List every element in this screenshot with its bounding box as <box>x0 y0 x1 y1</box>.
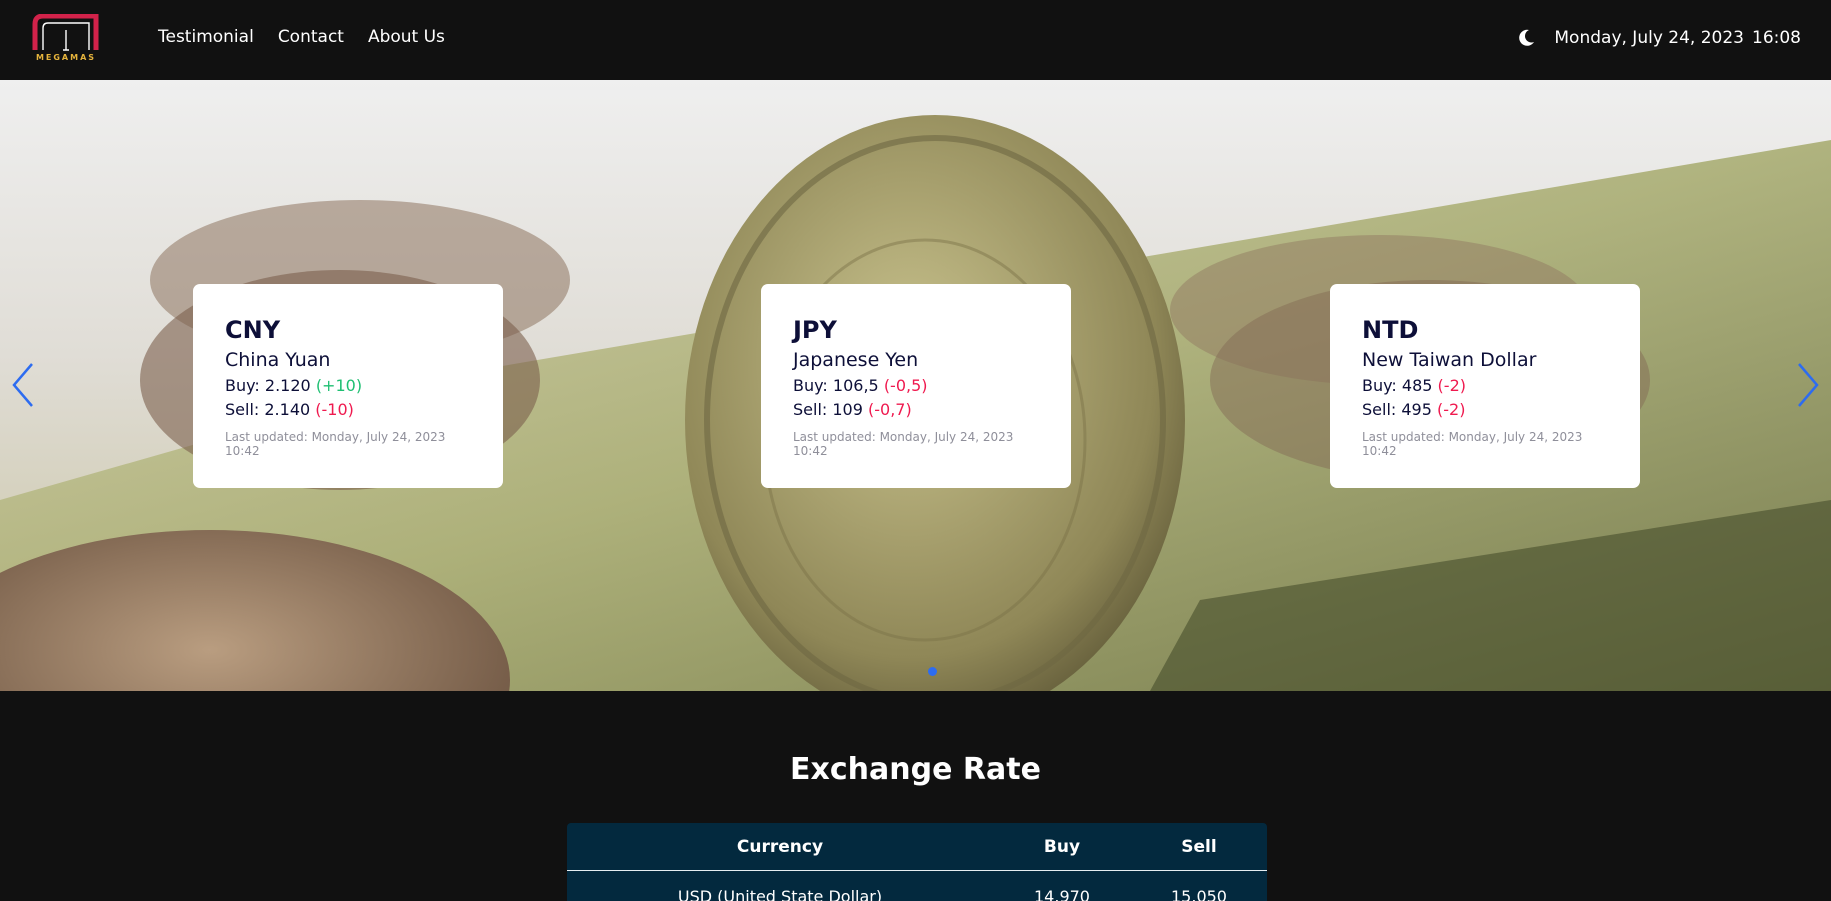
header-buy: Buy <box>1043 836 1081 857</box>
currency-code: CNY <box>225 316 281 344</box>
nav-testimonial[interactable]: Testimonial <box>158 27 254 47</box>
table-header: Currency Buy Sell <box>567 823 1267 871</box>
sell-row: Sell: 109 (-0,7) <box>793 398 1039 422</box>
nav-contact[interactable]: Contact <box>278 27 344 47</box>
logo-text: MEGAMAS <box>35 53 97 62</box>
currency-name: Japanese Yen <box>793 349 919 371</box>
buy-change: (-0,5) <box>883 376 928 395</box>
currency-code: JPY <box>793 316 837 344</box>
sell-value: 495 <box>1401 400 1432 419</box>
currency-code: NTD <box>1362 316 1419 344</box>
table-row: USD (United State Dollar) 14.970 15.050 <box>567 871 1267 901</box>
exchange-rate-table: Currency Buy Sell USD (United State Doll… <box>567 823 1267 901</box>
currency-name: China Yuan <box>225 349 331 371</box>
moon-icon[interactable] <box>1516 28 1536 48</box>
cell-buy: 14.970 <box>1034 886 1090 901</box>
sell-row: Sell: 495 (-2) <box>1362 398 1608 422</box>
exchange-rate-title: Exchange Rate <box>790 752 1041 787</box>
buy-value: 106,5 <box>832 376 879 395</box>
header-currency: Currency <box>736 836 824 857</box>
sell-change: (-0,7) <box>868 400 912 419</box>
cell-sell: 15.050 <box>1171 886 1227 901</box>
main-nav: Testimonial Contact About Us <box>158 27 445 47</box>
chevron-left-icon <box>12 363 33 407</box>
header-right: Monday, July 24, 2023 16:08 <box>1516 28 1801 48</box>
currency-card-cny: CNY China Yuan Buy: 2.120 (+10) Sell: 2.… <box>193 284 503 488</box>
sell-change: (-2) <box>1437 400 1466 419</box>
header-sell: Sell <box>1181 836 1217 857</box>
currency-name: New Taiwan Dollar <box>1362 349 1537 371</box>
cell-currency: USD (United State Dollar) <box>677 886 883 901</box>
chevron-right-icon <box>1798 363 1819 407</box>
sell-change: (-10) <box>315 400 354 419</box>
sell-value: 2.140 <box>264 400 311 419</box>
header-time: 16:08 <box>1752 28 1801 48</box>
carousel-prev-button[interactable] <box>8 360 38 410</box>
buy-change: (+10) <box>315 376 363 395</box>
sell-value: 109 <box>832 400 863 419</box>
buy-label: Buy: <box>1362 376 1397 395</box>
sell-label: Sell: <box>793 400 828 419</box>
currency-card-ntd: NTD New Taiwan Dollar Buy: 485 (-2) Sell… <box>1330 284 1640 488</box>
buy-label: Buy: <box>793 376 828 395</box>
last-updated: Last updated: Monday, July 24, 2023 10:4… <box>225 430 446 458</box>
top-header: MEGAMAS Testimonial Contact About Us Mon… <box>0 0 1831 80</box>
currency-card-jpy: JPY Japanese Yen Buy: 106,5 (-0,5) Sell:… <box>761 284 1071 488</box>
buy-row: Buy: 2.120 (+10) <box>225 374 471 398</box>
nav-about-us[interactable]: About Us <box>368 27 445 47</box>
carousel-next-button[interactable] <box>1793 360 1823 410</box>
megamas-logo[interactable]: MEGAMAS <box>32 14 100 64</box>
sell-label: Sell: <box>225 400 260 419</box>
buy-value: 485 <box>1401 376 1433 395</box>
last-updated: Last updated: Monday, July 24, 2023 10:4… <box>1362 430 1583 458</box>
buy-value: 2.120 <box>264 376 311 395</box>
carousel-pagination-dot[interactable] <box>928 667 937 676</box>
sell-row: Sell: 2.140 (-10) <box>225 398 471 422</box>
buy-label: Buy: <box>225 376 260 395</box>
buy-change: (-2) <box>1437 376 1466 395</box>
header-datetime: Monday, July 24, 2023 16:08 <box>1554 28 1801 48</box>
header-date: Monday, July 24, 2023 <box>1554 28 1744 48</box>
buy-row: Buy: 485 (-2) <box>1362 374 1608 398</box>
sell-label: Sell: <box>1362 400 1397 419</box>
hero-carousel: CNY China Yuan Buy: 2.120 (+10) Sell: 2.… <box>0 80 1831 691</box>
buy-row: Buy: 106,5 (-0,5) <box>793 374 1039 398</box>
last-updated: Last updated: Monday, July 24, 2023 10:4… <box>793 430 1014 458</box>
